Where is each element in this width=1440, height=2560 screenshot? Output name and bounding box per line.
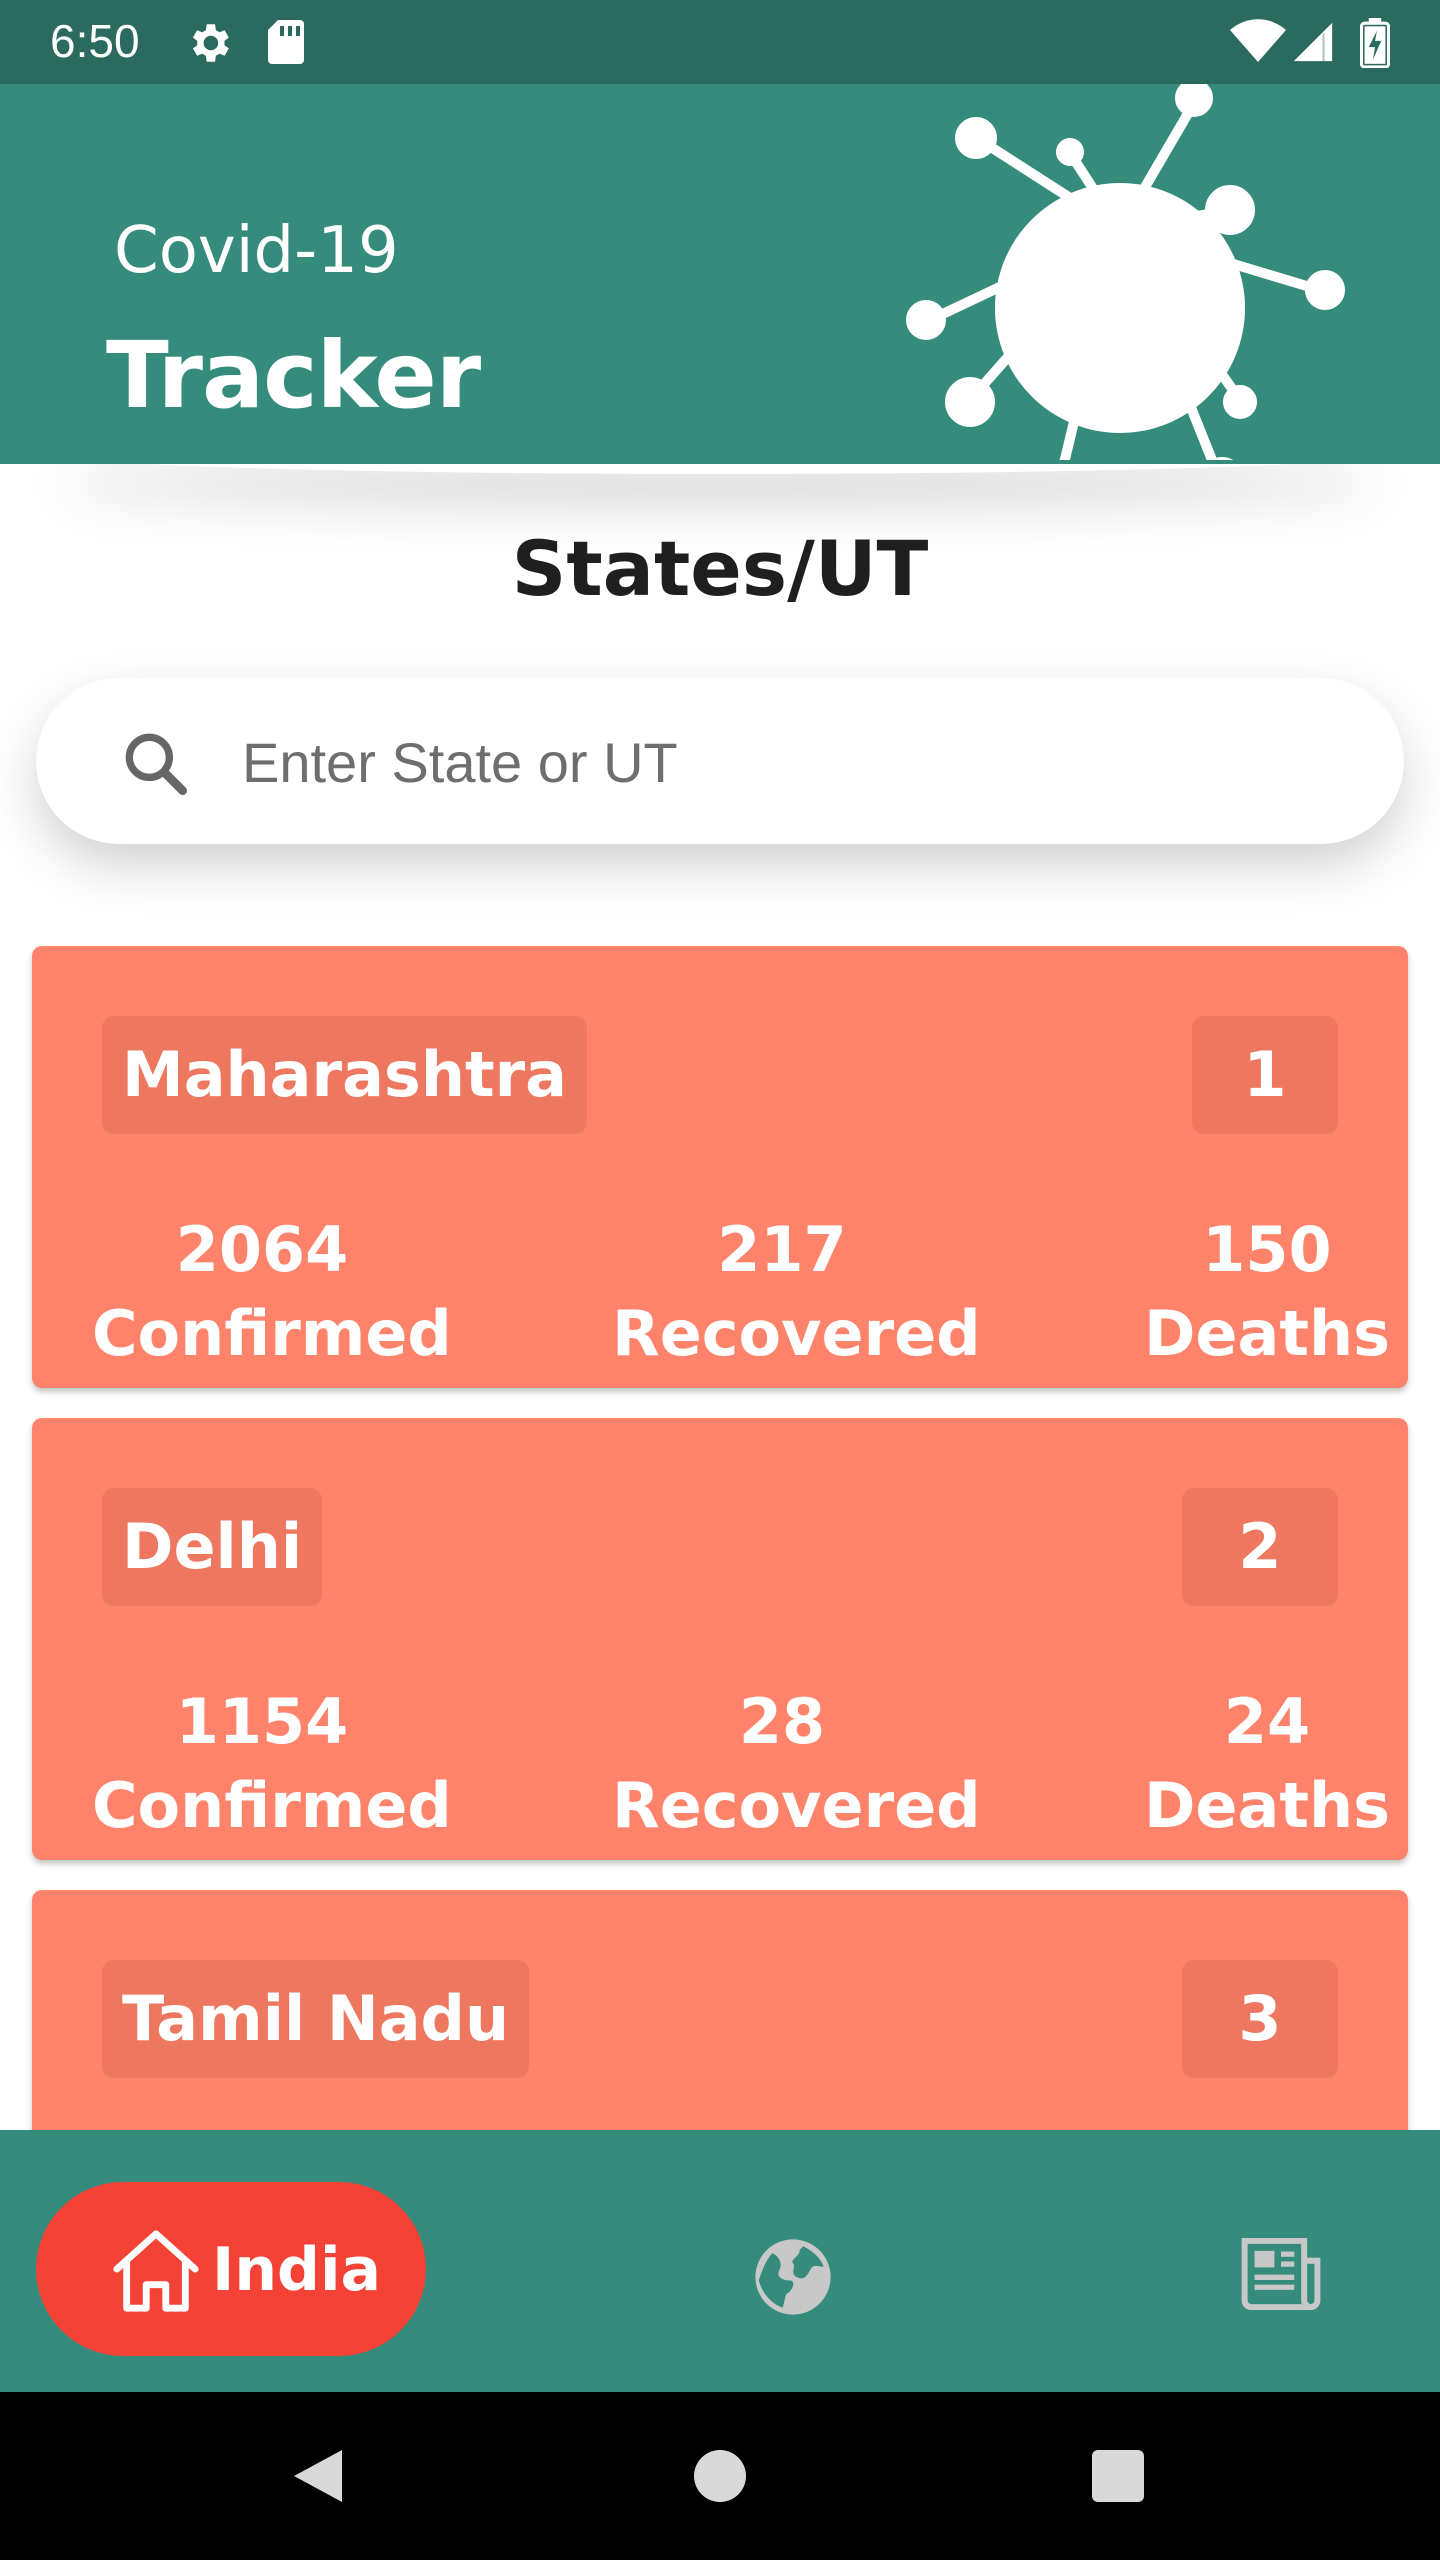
header-shadow: [60, 464, 1380, 474]
state-name: Tamil Nadu: [102, 1960, 530, 2078]
recovered-label: Recovered: [612, 1769, 981, 1842]
recovered-label: Recovered: [612, 1297, 981, 1370]
newspaper-icon[interactable]: [1238, 2234, 1324, 2314]
wifi-icon: [1230, 19, 1286, 62]
nav-india-tab[interactable]: India: [36, 2182, 426, 2356]
settings-icon: [192, 24, 229, 62]
bottom-navigation: India: [0, 2130, 1440, 2392]
recovered-count: 28: [738, 1685, 826, 1758]
status-bar: 6:50: [0, 0, 1440, 84]
home-button[interactable]: [694, 2450, 746, 2502]
deaths-stat: 150 Deaths: [1142, 1208, 1392, 1376]
state-rank: 2: [1182, 1488, 1338, 1606]
system-navigation-bar: [0, 2392, 1440, 2560]
search-input[interactable]: [240, 716, 1344, 808]
main-content[interactable]: States/UT Maharashtra 1 2064 Confirmed 2…: [0, 464, 1440, 2130]
battery-charging-icon: [1360, 18, 1390, 68]
recovered-count: 217: [717, 1213, 847, 1286]
search-icon: [125, 733, 188, 795]
state-rank: 1: [1192, 1016, 1338, 1134]
signal-icon: [1293, 22, 1333, 62]
state-rank: 3: [1182, 1960, 1338, 2078]
search-bar[interactable]: [36, 678, 1404, 844]
deaths-count: 24: [1223, 1685, 1311, 1758]
state-card[interactable]: Delhi 2 1154 Confirmed 28 Recovered 24 D…: [32, 1418, 1408, 1860]
confirmed-label: Confirmed: [92, 1297, 452, 1370]
app-header: Covid-19 Tracker: [0, 84, 1440, 464]
recovered-stat: 28 Recovered: [612, 1680, 981, 1848]
confirmed-stat: 2064 Confirmed: [92, 1208, 452, 1376]
recents-button[interactable]: [1092, 2450, 1144, 2502]
app-subtitle: Covid-19: [114, 214, 399, 288]
globe-icon[interactable]: [752, 2236, 834, 2318]
deaths-count: 150: [1202, 1213, 1332, 1286]
status-time: 6:50: [50, 15, 140, 67]
sd-card-icon: [268, 20, 304, 64]
recovered-stat: 217 Recovered: [612, 1208, 981, 1376]
deaths-stat: 24 Deaths: [1142, 1680, 1392, 1848]
confirmed-label: Confirmed: [92, 1769, 452, 1842]
state-card[interactable]: Maharashtra 1 2064 Confirmed 217 Recover…: [32, 946, 1408, 1388]
state-card[interactable]: Tamil Nadu 3: [32, 1890, 1408, 2130]
page-title: States/UT: [511, 524, 929, 613]
state-name: Delhi: [102, 1488, 323, 1606]
home-icon: [113, 2230, 199, 2312]
back-icon[interactable]: [290, 2446, 346, 2506]
virus-icon: [906, 84, 1345, 460]
app-title: Tracker: [106, 322, 481, 429]
deaths-label: Deaths: [1143, 1769, 1391, 1842]
state-name: Maharashtra: [102, 1016, 588, 1134]
deaths-label: Deaths: [1143, 1297, 1391, 1370]
nav-india-label: India: [212, 2235, 382, 2305]
confirmed-stat: 1154 Confirmed: [92, 1680, 452, 1848]
confirmed-count: 1154: [175, 1685, 349, 1758]
confirmed-count: 2064: [175, 1213, 349, 1286]
